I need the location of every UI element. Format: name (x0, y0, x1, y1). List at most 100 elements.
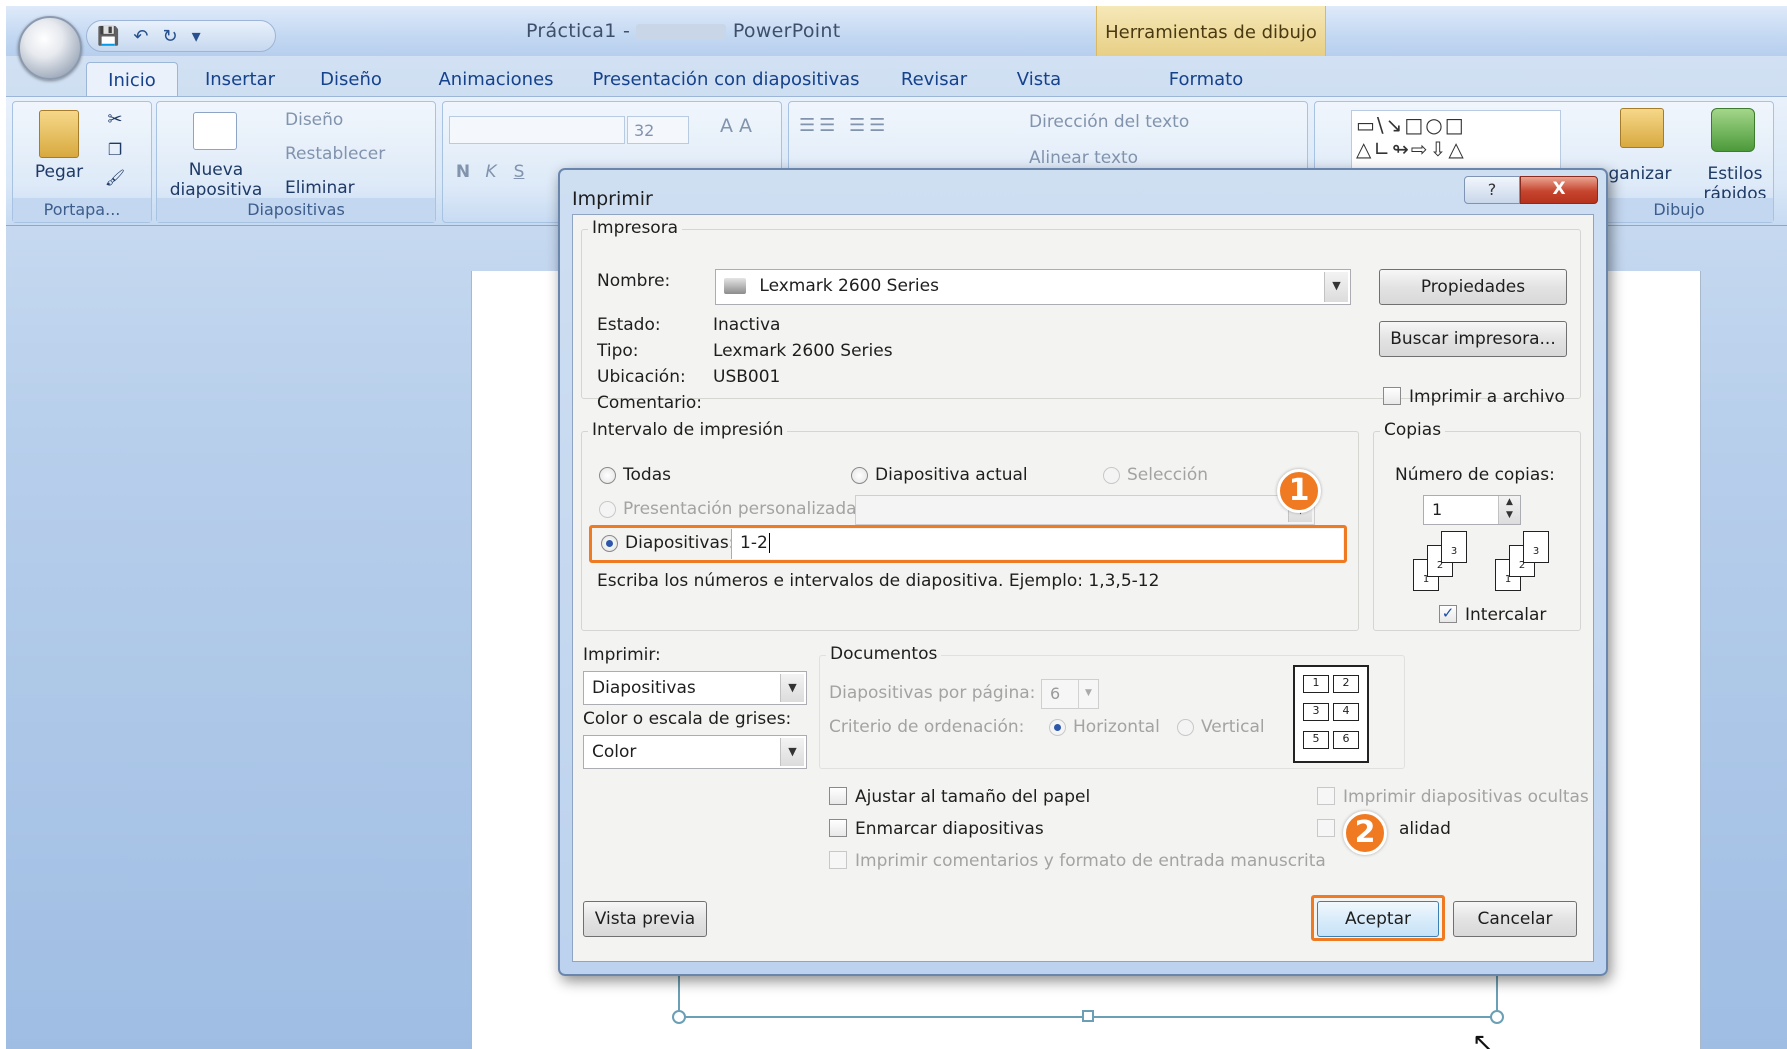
range-all-radio[interactable] (599, 467, 616, 484)
range-slides-radio[interactable] (601, 535, 618, 552)
new-slide-button[interactable]: Nueva diapositiva (161, 160, 271, 200)
copy-icon[interactable]: ❐ (103, 140, 127, 160)
save-icon[interactable]: 💾 (97, 26, 119, 47)
italic-button[interactable]: K (481, 162, 501, 182)
tab-formato[interactable]: Formato (1156, 62, 1256, 96)
printer-name-combo[interactable]: Lexmark 2600 Series ▼ (715, 269, 1351, 305)
font-size-combo[interactable]: 32 (627, 116, 689, 144)
spinner-arrows-icon[interactable]: ▲ ▼ (1498, 496, 1520, 524)
tab-presentacion[interactable]: Presentación con diapositivas (591, 62, 861, 96)
order-horizontal-radio[interactable] (1049, 719, 1066, 736)
range-current-radio[interactable] (851, 467, 868, 484)
print-hidden-checkbox[interactable] (1317, 787, 1335, 805)
window-title: Práctica1 - PowerPoint (526, 20, 841, 42)
range-all-label: Todas (623, 465, 671, 485)
grow-shrink-font-icons[interactable]: A A (703, 116, 769, 136)
font-name-combo[interactable] (449, 116, 625, 144)
print-to-file-checkbox[interactable] (1383, 387, 1401, 405)
cancel-button[interactable]: Cancelar (1453, 901, 1577, 937)
collate-checkbox[interactable]: ✓ (1439, 605, 1457, 623)
shapes-gallery[interactable]: ▭\↘□○□ △∟↬⇨⇩△ (1351, 110, 1561, 174)
color-mode-combo[interactable]: Color ▼ (583, 735, 807, 769)
location-label: Ubicación: (597, 367, 686, 387)
customize-qat-icon[interactable]: ▾ (192, 26, 201, 47)
print-comments-label: Imprimir comentarios y formato de entrad… (855, 851, 1326, 871)
close-button[interactable]: X (1520, 176, 1598, 204)
print-hidden-label: Imprimir diapositivas ocultas (1343, 787, 1589, 807)
redo-icon[interactable]: ↻ (163, 26, 178, 47)
dialog-title: Imprimir (572, 188, 653, 210)
format-painter-icon[interactable]: 🖌 (103, 168, 127, 188)
collate-page-icon: 3 (1441, 531, 1467, 563)
underline-button[interactable]: S (509, 162, 529, 182)
text-direction-button[interactable]: Dirección del texto (1029, 112, 1259, 132)
printer-name-label: Nombre: (597, 271, 671, 291)
tab-diseno[interactable]: Diseño (306, 62, 396, 96)
resize-handle-left[interactable] (672, 1010, 686, 1024)
chevron-down-icon[interactable]: ▼ (1324, 272, 1348, 302)
slides-range-hint: Escriba los números e intervalos de diap… (597, 571, 1160, 591)
properties-button[interactable]: Propiedades (1379, 269, 1567, 305)
dialog-body: Impresora Nombre: Lexmark 2600 Series ▼ … (572, 214, 1594, 962)
frame-slides-label: Enmarcar diapositivas (855, 819, 1044, 839)
order-label: Criterio de ordenación: (829, 717, 1025, 737)
range-selection-radio[interactable] (1103, 467, 1120, 484)
find-printer-button[interactable]: Buscar impresora... (1379, 321, 1567, 357)
paste-icon[interactable] (39, 110, 79, 158)
handout-cell: 1 (1303, 675, 1329, 693)
help-button[interactable]: ? (1464, 176, 1520, 204)
cut-icon[interactable]: ✂ (103, 110, 127, 130)
reset-button[interactable]: Restablecer (285, 144, 435, 164)
office-button[interactable] (18, 16, 82, 80)
chevron-down-icon[interactable]: ▼ (780, 674, 804, 702)
handout-layout-preview: 1 2 3 4 5 6 (1293, 665, 1369, 763)
slides-range-input[interactable]: 1-2 (731, 529, 1343, 559)
order-vertical-radio[interactable] (1177, 719, 1194, 736)
redacted-filename (636, 23, 727, 40)
arrange-icon[interactable] (1620, 108, 1664, 148)
mouse-cursor-icon: ↖ (1472, 1028, 1494, 1049)
scale-to-fit-label: Ajustar al tamaño del papel (855, 787, 1091, 807)
high-quality-label-end: alidad (1399, 819, 1451, 839)
print-comments-checkbox[interactable] (829, 851, 847, 869)
ok-button[interactable]: Aceptar (1317, 901, 1439, 937)
comment-label: Comentario: (597, 393, 702, 413)
quick-access-toolbar: 💾 ↶ ↻ ▾ (86, 20, 276, 52)
copies-count-input[interactable]: 1 ▲ ▼ (1423, 495, 1521, 525)
list-buttons[interactable]: ☰☰ ☰☰ (799, 116, 999, 136)
print-what-combo[interactable]: Diapositivas ▼ (583, 671, 807, 705)
tab-revisar[interactable]: Revisar (894, 62, 974, 96)
tab-inicio[interactable]: Inicio (86, 62, 178, 96)
resize-handle-right[interactable] (1490, 1010, 1504, 1024)
group-clipboard: Pegar ✂ ❐ 🖌 Portapa... (12, 101, 152, 223)
chevron-down-icon[interactable]: ▼ (1078, 680, 1098, 708)
tab-vista[interactable]: Vista (1004, 62, 1074, 96)
range-custom-label: Presentación personalizada: (623, 499, 863, 519)
bold-button[interactable]: N (453, 162, 473, 182)
title-bar: 💾 ↶ ↻ ▾ Práctica1 - PowerPoint Herramien… (6, 6, 1787, 56)
range-current-label: Diapositiva actual (875, 465, 1028, 485)
copies-count-label: Número de copias: (1395, 465, 1555, 485)
chevron-down-icon[interactable]: ▼ (780, 738, 804, 766)
undo-icon[interactable]: ↶ (133, 26, 148, 47)
new-slide-icon[interactable] (193, 112, 237, 150)
tab-animaciones[interactable]: Animaciones (426, 62, 566, 96)
arrange-button[interactable]: ganizar (1605, 164, 1675, 184)
delete-slide-button[interactable]: Eliminar (285, 178, 405, 198)
scale-to-fit-checkbox[interactable] (829, 787, 847, 805)
frame-slides-checkbox[interactable] (829, 819, 847, 837)
align-text-button[interactable]: Alinear texto (1029, 148, 1259, 168)
preview-button[interactable]: Vista previa (583, 901, 707, 937)
layout-button[interactable]: Diseño (285, 110, 405, 130)
high-quality-checkbox[interactable] (1317, 819, 1335, 837)
resize-handle-middle[interactable] (1082, 1010, 1094, 1022)
slides-per-page-combo[interactable]: 6 ▼ (1041, 679, 1099, 709)
custom-show-combo[interactable]: ▼ (855, 495, 1315, 525)
range-custom-radio[interactable] (599, 501, 616, 518)
tab-insertar[interactable]: Insertar (192, 62, 288, 96)
range-slides-label: Diapositivas: (625, 533, 735, 553)
color-mode-label: Color o escala de grises: (583, 709, 792, 729)
paste-button[interactable]: Pegar (27, 162, 91, 182)
step-marker-1: 1 (1277, 469, 1321, 513)
quick-styles-icon[interactable] (1711, 108, 1755, 152)
